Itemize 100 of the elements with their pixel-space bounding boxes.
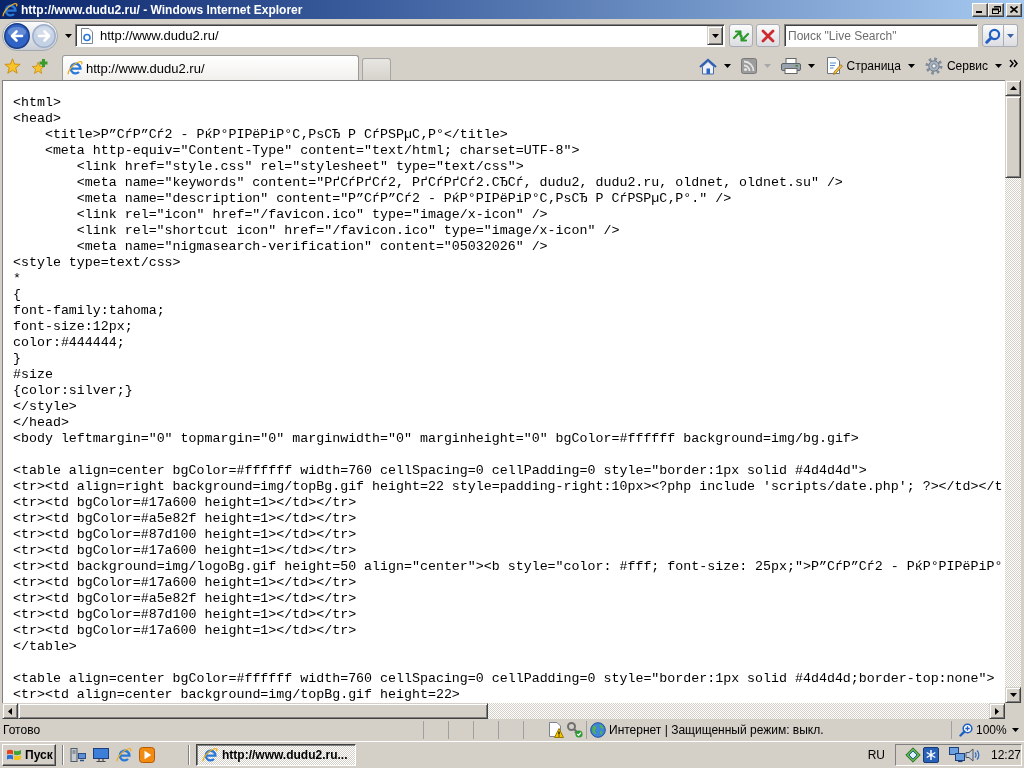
cross-icon: [761, 28, 775, 43]
security-zone-text: Интернет | Защищенный режим: выкл.: [609, 723, 824, 737]
browser-logo-icon: [202, 747, 218, 763]
code-line: <tr><td bgColor=#a5e82f height=1></td></tr>: [13, 511, 357, 527]
flag-icon: [6, 748, 22, 762]
triangle-down-icon: [1009, 693, 1017, 697]
feed-icon: [740, 58, 757, 74]
printer-icon: [780, 58, 801, 74]
search-field[interactable]: Поиск "Live Search": [784, 24, 978, 47]
language-indicator[interactable]: RU: [865, 748, 887, 762]
star-plus-icon[interactable]: [31, 58, 49, 75]
search-icon: [985, 27, 1001, 44]
page-icon: [79, 27, 95, 44]
code-line: <html>: [13, 95, 61, 111]
code-line: <style type=text/css>: [13, 255, 181, 271]
refresh-button[interactable]: [729, 24, 753, 47]
close-icon: [1010, 6, 1018, 13]
scroll-up-button[interactable]: [1005, 80, 1021, 96]
code-line: <tr><td bgColor=#17a600 height=1></td></tr>: [13, 575, 357, 591]
code-line: #size: [13, 367, 53, 383]
restore-icon: [991, 5, 1001, 14]
triangle-right-icon: [995, 707, 999, 715]
caret-icon: [723, 64, 731, 68]
address-bar[interactable]: http://www.dudu2.ru/: [75, 24, 725, 47]
code-line: </table>: [13, 639, 77, 655]
code-line: <tr><td bgColor=#17a600 height=1></td></tr>: [13, 543, 357, 559]
minimize-button[interactable]: [972, 2, 988, 17]
speaker-icon[interactable]: [965, 747, 981, 763]
triangle-down-icon: [711, 33, 719, 38]
window-title: http://www.dudu2.ru/ - Windows Internet Explorer: [21, 2, 303, 17]
caret-icon: [995, 64, 1002, 68]
code-line: <title>Р”СѓР”Сѓ2 - РќР°РІРёРіР°С‚РѕСЂ Р СѓРЅРµС‚Р°</title>: [44, 127, 508, 143]
play-icon[interactable]: [139, 747, 155, 763]
code-line: {color:silver;}: [13, 383, 133, 399]
code-line: font-family:tahoma;: [13, 303, 165, 319]
server-icon[interactable]: [70, 747, 86, 763]
browser-logo-icon: [2, 1, 18, 18]
vertical-scrollbar[interactable]: [1005, 80, 1021, 703]
code-line: *: [13, 271, 21, 287]
star-icon[interactable]: [4, 58, 21, 75]
scroll-down-button[interactable]: [1005, 687, 1021, 703]
code-line: <tr><td bgColor=#87d100 height=1></td></tr>: [13, 527, 357, 543]
code-line: <link rel="shortcut icon" href="/favicon.ico" type="image/x-icon" />: [76, 223, 620, 239]
code-line: <link href="style.css" rel="stylesheet" type="text/css">: [76, 159, 524, 175]
address-field[interactable]: http://www.dudu2.ru/: [95, 26, 707, 45]
caret-icon: [64, 33, 72, 38]
scrollbar-thumb[interactable]: [18, 703, 488, 719]
scroll-left-button[interactable]: [2, 703, 18, 719]
house-icon: [698, 57, 717, 75]
code-line: }: [13, 351, 21, 367]
code-line: <meta name="keywords" content="РґСѓРґСѓ2, РґСѓРґСѓ2.СЂСѓ, dudu2, dudu2.ru, oldnet, oldnet.su" />: [76, 175, 843, 191]
print-button[interactable]: [778, 55, 817, 77]
code-line: <link rel="icon" href="/favicon.ico" type="image/x-icon" />: [76, 207, 548, 223]
address-dropdown-button[interactable]: [707, 26, 723, 45]
horizontal-scrollbar[interactable]: [2, 703, 1005, 719]
scroll-right-button[interactable]: [989, 703, 1005, 719]
back-button[interactable]: [4, 22, 30, 49]
search-options-button[interactable]: [1004, 24, 1018, 47]
close-button[interactable]: [1006, 2, 1022, 17]
browser-logo-icon[interactable]: [116, 747, 132, 763]
code-line: <body leftmargin="0" topmargin="0" marginwidth="0" marginheight="0" bgColor=#ffffff background=img/bg.gif>: [13, 431, 859, 447]
triangle-up-icon: [1009, 86, 1017, 90]
taskbar-button[interactable]: http://www.dudu2.ru...: [196, 744, 356, 766]
double-chevron-icon[interactable]: [1009, 59, 1018, 68]
monitor-icon[interactable]: [93, 747, 109, 763]
code-line: {: [13, 287, 21, 303]
triangle-left-icon: [8, 707, 12, 715]
caret-icon: [1012, 728, 1019, 732]
caret-icon: [907, 64, 915, 68]
code-line: font-size:12px;: [13, 319, 133, 335]
caret-icon: [1007, 33, 1014, 38]
document-pencil-icon: [824, 57, 843, 75]
asterisk-tile-icon[interactable]: [923, 747, 939, 763]
scrollbar-thumb[interactable]: [1005, 96, 1021, 178]
code-line: <table align=center bgColor=#ffffff width=760 cellSpacing=0 cellPadding=0 style="border:1px solid #4d4d4d">: [13, 463, 867, 479]
code-line: <meta http-equiv="Content-Type" content="text/html; charset=UTF-8">: [44, 143, 580, 159]
two-monitors-icon[interactable]: [949, 747, 965, 763]
search-button[interactable]: [982, 24, 1004, 47]
clock: 12:27: [991, 748, 1022, 762]
zoom-icon: [959, 723, 973, 737]
diamond-icon[interactable]: [905, 747, 921, 763]
page-menu-button[interactable]: Страница: [822, 55, 917, 77]
two-arrows-icon: [732, 27, 750, 44]
tools-menu-button[interactable]: Сервис: [922, 55, 1004, 77]
zoom-button[interactable]: 100%: [952, 721, 1021, 739]
code-line: <tr><td bgColor=#87d100 height=1></td></tr>: [13, 607, 357, 623]
magnifier-check-icon: [567, 722, 583, 738]
code-line: <meta name="description" content="Р”СѓР”Сѓ2 - РќР°РІРёРіР°С‚РѕСЂ Р СѓРЅРµС‚Р°." />: [76, 191, 732, 207]
code-line: <head>: [13, 111, 61, 127]
code-line: <tr><td bgColor=#a5e82f height=1></td></tr>: [13, 591, 357, 607]
start-button[interactable]: Пуск: [2, 744, 56, 766]
code-line: <tr><td align=right background=img/topBg.gif height=22 style=padding-right:10px><?php include 'scripts/date.php'; ?></td></t: [13, 479, 1003, 495]
code-line: <tr><td bgColor=#17a600 height=1></td></tr>: [13, 623, 357, 639]
gear-icon: [924, 57, 943, 75]
code-line: <tr><td align=center background=img/topBg.gif height=22>: [13, 687, 460, 703]
code-line: <tr><td bgColor=#17a600 height=1></td></tr>: [13, 495, 357, 511]
tab[interactable]: http://www.dudu2.ru/: [62, 55, 359, 80]
stop-button[interactable]: [756, 24, 780, 47]
restore-button[interactable]: [988, 2, 1004, 17]
globe-icon: [590, 722, 606, 738]
